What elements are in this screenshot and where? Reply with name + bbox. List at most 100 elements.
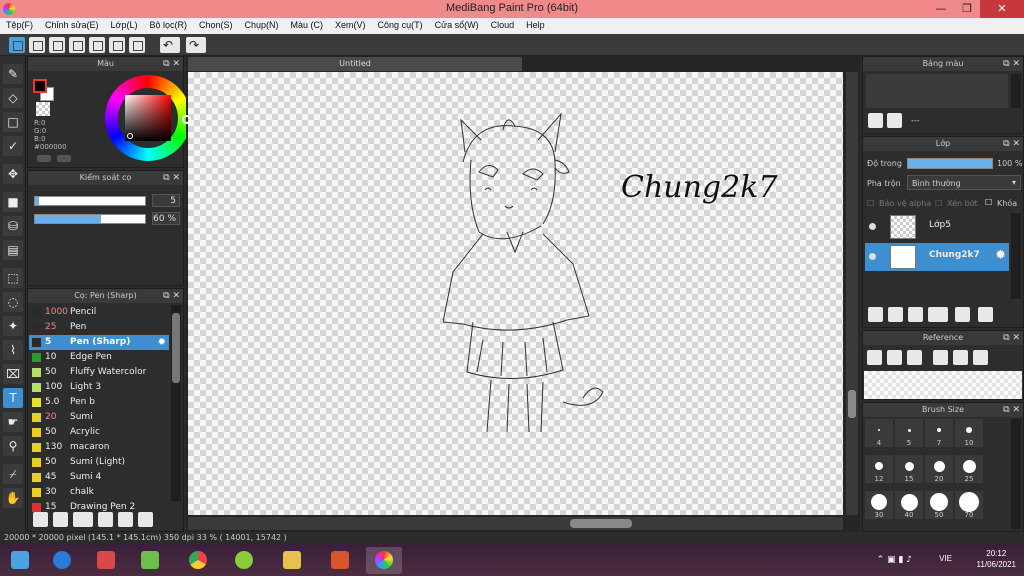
select-eraser-icon[interactable]: ⌧ <box>3 364 23 384</box>
chat-icon[interactable] <box>49 37 65 53</box>
reference-zoom-in-icon[interactable] <box>933 350 948 365</box>
color-mode-button[interactable] <box>37 155 51 162</box>
brush-folder-icon[interactable] <box>118 512 133 527</box>
menu-edit[interactable]: Chỉnh sửa(E) <box>39 18 105 34</box>
brush-item[interactable]: 50 Fluffy Watercolor <box>29 365 169 380</box>
lock-checkbox[interactable]: ☐ <box>985 198 992 207</box>
new-8bit-layer-icon[interactable] <box>908 307 923 322</box>
canvas-vertical-scrollbar[interactable] <box>846 72 858 515</box>
brush-size-preset[interactable]: 12 <box>865 455 893 483</box>
transparent-color-swatch[interactable] <box>36 102 50 116</box>
lasso-tool-icon[interactable]: ◌ <box>3 292 23 312</box>
bucket-tool-icon[interactable]: ⛁ <box>3 216 23 236</box>
menu-window[interactable]: Cửa sổ(W) <box>429 18 485 34</box>
canvas-horizontal-scrollbar[interactable] <box>188 517 843 530</box>
layers-scrollbar[interactable] <box>1011 213 1021 299</box>
brush-size-preset[interactable]: 40 <box>895 491 923 519</box>
menu-snap[interactable]: Chụp(N) <box>239 18 285 34</box>
new-layer-icon[interactable] <box>868 307 883 322</box>
brush-size-preset[interactable]: 10 <box>955 419 983 447</box>
sv-picker-handle[interactable] <box>127 133 133 139</box>
brush-item[interactable]: 25 Pen <box>29 320 169 335</box>
hue-picker-handle[interactable] <box>182 115 191 124</box>
taskbar-clock[interactable]: 20:12 11/06/2021 <box>977 548 1016 570</box>
maximize-button[interactable]: ❐ <box>954 0 980 18</box>
brush-item[interactable]: 50 Sumi (Light) <box>29 455 169 470</box>
clipping-checkbox[interactable]: ☐ <box>935 199 942 208</box>
document-icon[interactable] <box>89 37 105 53</box>
brush-item[interactable]: 10 Edge Pen <box>29 350 169 365</box>
taskbar-chrome[interactable] <box>180 547 216 574</box>
grid-icon[interactable] <box>129 37 145 53</box>
redo-button[interactable]: ↷ <box>186 37 206 53</box>
magic-wand-icon[interactable]: ✦ <box>3 316 23 336</box>
taskbar-medibang[interactable] <box>366 547 402 574</box>
tray-icons[interactable]: ⌃ ▣ ▮ ♪ <box>877 555 912 565</box>
brush-item[interactable]: 50 Acrylic <box>29 425 169 440</box>
menu-help[interactable]: Help <box>520 18 551 34</box>
brush-settings-gear-icon[interactable]: ✹ <box>158 335 166 350</box>
select-tool-icon[interactable]: ⬚ <box>3 268 23 288</box>
close-button[interactable]: ✕ <box>980 0 1024 18</box>
document-tab[interactable]: Untitled <box>188 57 522 71</box>
panel-controls-icon[interactable]: ⧉ ✕ <box>1003 331 1020 345</box>
operation-tool-icon[interactable]: ☛ <box>3 412 23 432</box>
reference-view[interactable] <box>864 371 1022 399</box>
layer-opacity-slider[interactable] <box>907 158 993 169</box>
list-icon[interactable] <box>109 37 125 53</box>
gradient-tool-icon[interactable]: ▤ <box>3 240 23 260</box>
brush-size-preset[interactable]: 70 <box>955 491 983 519</box>
cloud-icon[interactable] <box>9 37 25 53</box>
panel-controls-icon[interactable]: ⧉ ✕ <box>163 57 180 71</box>
brush-size-slider[interactable] <box>34 196 146 206</box>
eyedropper-icon[interactable]: ⌿ <box>3 464 23 484</box>
visibility-eye-icon[interactable] <box>869 223 876 230</box>
reference-close-icon[interactable] <box>907 350 922 365</box>
protect-alpha-checkbox[interactable]: ☐ <box>867 199 874 208</box>
language-indicator[interactable]: VIE <box>939 554 952 563</box>
panel-controls-icon[interactable]: ⧉ ✕ <box>1003 403 1020 417</box>
upload-icon[interactable] <box>29 37 45 53</box>
fill-rect-tool-icon[interactable]: ■ <box>3 192 23 212</box>
brush-opacity-slider[interactable] <box>34 214 146 224</box>
new-halftone-layer-icon[interactable] <box>888 307 903 322</box>
reference-zoom-out-icon[interactable] <box>973 350 988 365</box>
taskbar-bluestacks[interactable] <box>132 547 168 574</box>
panel-controls-icon[interactable]: ⧉ ✕ <box>163 171 180 185</box>
palette-scrollbar[interactable] <box>1011 74 1021 108</box>
reference-open-icon[interactable] <box>887 350 902 365</box>
undo-button[interactable]: ↶ <box>160 37 180 53</box>
panel-controls-icon[interactable]: ⧉ ✕ <box>163 289 180 303</box>
canvas-text-chung2k7[interactable]: Chung2k7 <box>621 170 777 205</box>
start-button[interactable] <box>2 547 38 574</box>
panel-controls-icon[interactable]: ⧉ ✕ <box>1003 137 1020 151</box>
foreground-color-swatch[interactable] <box>33 79 47 93</box>
add-layer-menu-icon[interactable] <box>928 307 948 322</box>
brush-size-preset[interactable]: 30 <box>865 491 893 519</box>
brush-size-preset[interactable]: 5 <box>895 419 923 447</box>
minimize-button[interactable]: — <box>928 0 954 18</box>
delete-palette-icon[interactable] <box>887 113 902 128</box>
select-pen-icon[interactable]: ⌇ <box>3 340 23 360</box>
brush-size-scrollbar[interactable] <box>1011 419 1021 529</box>
taskbar-app-5[interactable] <box>226 547 262 574</box>
palette-area[interactable] <box>866 74 1008 108</box>
eraser-tool-icon[interactable]: ◇ <box>3 88 23 108</box>
layer-row-chung2k7[interactable]: Chung2k7 ✹ <box>865 243 1009 271</box>
pen-tool-icon[interactable]: ✓ <box>3 136 23 156</box>
brush-size-preset[interactable]: 50 <box>925 491 953 519</box>
color-history-button[interactable] <box>57 155 71 162</box>
blend-mode-select[interactable]: Bình thường ▾ <box>907 175 1021 190</box>
menu-layer[interactable]: Lớp(L) <box>105 18 144 34</box>
brush-opacity-value[interactable]: 60 % <box>152 212 180 225</box>
menu-file[interactable]: Tệp(F) <box>0 18 39 34</box>
drawing-canvas[interactable]: Chung2k7 <box>188 72 843 515</box>
brush-size-preset[interactable]: 25 <box>955 455 983 483</box>
brush-size-preset[interactable]: 15 <box>895 455 923 483</box>
menu-select[interactable]: Chọn(S) <box>193 18 239 34</box>
brush-size-value[interactable]: 5 <box>152 194 180 207</box>
dropper-tool-icon[interactable]: ⚲ <box>3 436 23 456</box>
brush-item[interactable]: 100 Light 3 <box>29 380 169 395</box>
add-brush-icon[interactable] <box>73 512 93 527</box>
brush-size-preset[interactable]: 20 <box>925 455 953 483</box>
